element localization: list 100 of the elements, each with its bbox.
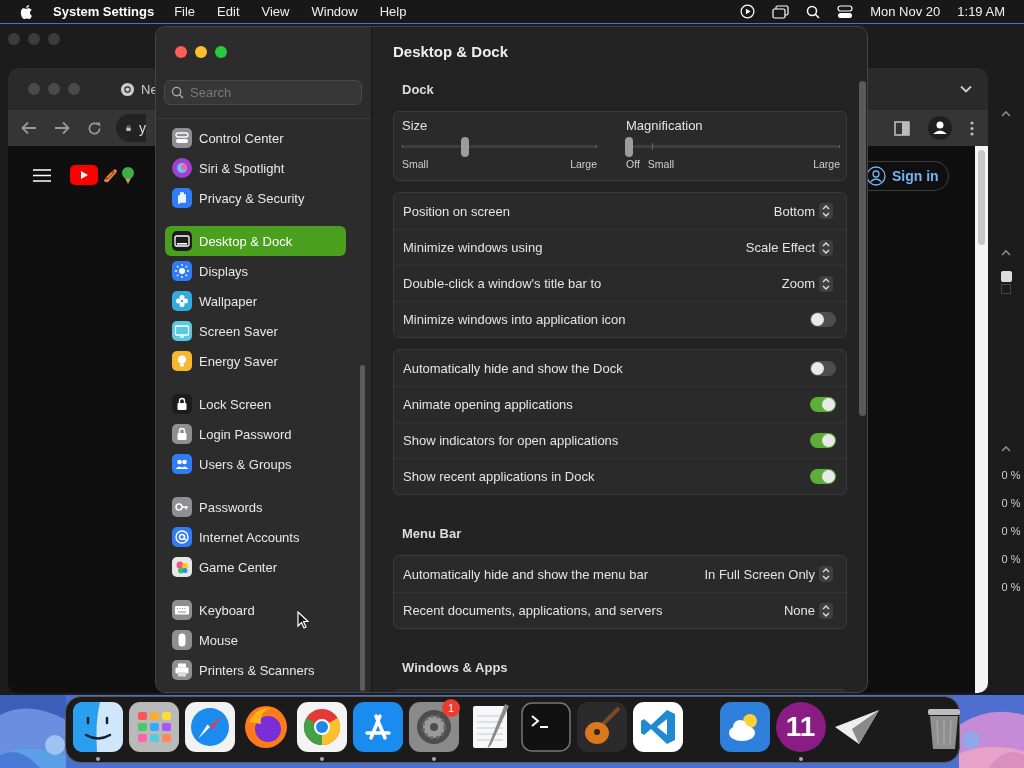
slider[interactable] [626, 137, 840, 157]
percentage-value: 0 % [1001, 553, 1021, 565]
zoom-button[interactable] [215, 46, 227, 58]
sidebar-item[interactable]: Printers & Scanners [165, 655, 346, 685]
app-grid-icon[interactable] [128, 702, 179, 752]
toggle-switch[interactable] [810, 312, 836, 327]
sidebar-item[interactable]: Internet Accounts [165, 522, 346, 552]
menu-item[interactable]: View [261, 4, 290, 19]
sidebar-item[interactable]: Displays [165, 256, 346, 286]
square-icon [1001, 284, 1011, 294]
sidebar-item[interactable]: Siri & Spotlight [165, 153, 346, 183]
up-down-chevron-icon [821, 567, 831, 581]
toggle-switch[interactable] [810, 433, 836, 448]
toggles-icon[interactable] [837, 4, 854, 19]
setting-label: Animate opening applications [403, 397, 573, 412]
menu-item[interactable]: File [174, 4, 196, 19]
sidebar-item[interactable]: Login Password [165, 419, 346, 449]
search-field[interactable]: Search [164, 80, 362, 105]
up-down-chevron-icon [821, 204, 831, 218]
search-icon[interactable] [806, 4, 821, 19]
chevron-up-icon[interactable] [1000, 248, 1012, 257]
letter-a-icon[interactable] [352, 702, 403, 752]
tick-label: Small [402, 158, 429, 170]
terminal-icon[interactable] [520, 702, 571, 752]
smiling-face-icon[interactable] [72, 702, 123, 752]
gear-icon[interactable] [408, 702, 459, 752]
panel-icon[interactable] [894, 120, 910, 136]
tick-label: Large [813, 158, 840, 170]
leaf-cone-icon [122, 166, 134, 184]
popup-button[interactable]: In Full Screen Only [701, 564, 836, 584]
setting-label: Recent documents, applications, and servers [403, 603, 663, 618]
setting-label: Double-click a window's title bar to [403, 276, 602, 291]
play-icon[interactable] [740, 4, 756, 19]
sidebar-item[interactable]: Control Center [165, 123, 346, 153]
percentage-value: 0 % [1001, 525, 1021, 537]
popup-button[interactable]: Bottom [770, 201, 836, 221]
menu-item[interactable]: Window [311, 4, 358, 19]
popup-button[interactable]: Zoom [778, 273, 836, 294]
address-bar[interactable]: y [116, 114, 146, 142]
person-icon [866, 166, 886, 186]
sidebar-item[interactable]: Screen Saver [165, 316, 346, 346]
sidebar-item[interactable]: Privacy & Security [165, 183, 346, 213]
setting-label: Position on screen [403, 203, 510, 219]
slider[interactable] [402, 137, 597, 157]
app-menu[interactable]: System Settings [53, 4, 155, 19]
back-icon[interactable] [21, 121, 37, 135]
menu-item[interactable]: Edit [217, 4, 240, 19]
setting-label: Automatically hide and show the Dock [403, 360, 623, 376]
circle-logo-icon[interactable] [296, 702, 347, 752]
sidebar-item[interactable]: Mouse [165, 625, 346, 655]
setting-label: Minimize windows into application icon [403, 312, 626, 327]
reload-icon[interactable] [87, 120, 102, 136]
menu-bar-time: 1:19 AM [957, 4, 1005, 19]
chevron-up-icon[interactable] [1000, 444, 1012, 453]
more-icon[interactable] [970, 120, 974, 136]
slider-thumb[interactable] [460, 137, 469, 157]
sidebar-item[interactable]: Keyboard [165, 595, 346, 625]
windows-icon[interactable] [772, 4, 790, 19]
tick-label: Small [647, 158, 675, 170]
toggle-switch[interactable] [810, 360, 836, 376]
setting-label: Show recent applications in Dock [403, 469, 595, 484]
sidebar-item[interactable]: Lock Screen [165, 389, 346, 419]
forward-icon[interactable] [54, 121, 70, 135]
sidebar-item[interactable]: Wallpaper [165, 286, 346, 316]
notification-badge: 1 [442, 699, 460, 717]
chevron-down-icon[interactable] [960, 85, 972, 93]
compass-icon[interactable] [184, 702, 235, 752]
minimize-button[interactable] [195, 46, 207, 58]
sidebar-item[interactable]: Passwords [165, 492, 346, 522]
play-logo-icon[interactable] [70, 165, 98, 185]
apple-icon[interactable] [19, 3, 34, 20]
profile-icon[interactable] [928, 116, 952, 140]
close-button[interactable] [175, 46, 187, 58]
menu-bar-date: Mon Nov 20 [870, 4, 941, 19]
chevron-up-icon[interactable] [1000, 109, 1012, 118]
slider-label: Size [402, 118, 429, 134]
popup-button[interactable]: Scale Effect [742, 237, 836, 258]
popup-button[interactable]: None [780, 600, 836, 621]
sidebar-item[interactable]: Game Center [165, 552, 346, 582]
guitar-icon[interactable] [576, 702, 627, 752]
setting-label: Minimize windows using [403, 240, 543, 255]
app-icon[interactable]: 11 [775, 702, 826, 752]
sidebar-item[interactable]: Users & Groups [165, 449, 346, 479]
slider-thumb[interactable] [625, 137, 633, 157]
ribbon-icon[interactable] [632, 702, 683, 752]
sidebar-item[interactable]: Energy Saver [165, 346, 346, 376]
cloud-icon[interactable] [719, 702, 770, 752]
section-heading: Windows & Apps [402, 660, 509, 676]
toggle-switch[interactable] [810, 397, 836, 412]
tick-label: Off [626, 158, 640, 170]
toggle-switch[interactable] [810, 469, 836, 484]
hot-dog-icon [101, 166, 119, 184]
search-icon [171, 86, 184, 99]
square-icon [1000, 271, 1012, 282]
menu-item[interactable]: Help [379, 4, 407, 19]
section-heading: Dock [402, 82, 435, 98]
lock-icon [126, 122, 131, 134]
setting-label: Automatically hide and show the menu bar [403, 566, 648, 582]
menu-icon[interactable] [33, 168, 51, 182]
page-title: Desktop & Dock [393, 43, 510, 61]
